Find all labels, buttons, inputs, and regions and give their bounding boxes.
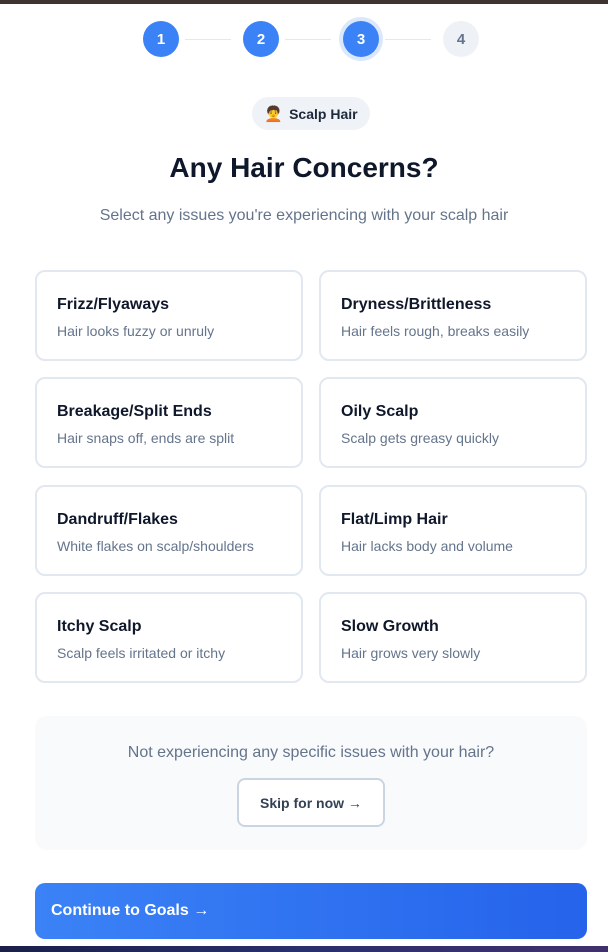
concern-card-oily-scalp[interactable]: Oily Scalp Scalp gets greasy quickly — [319, 377, 587, 468]
concern-desc: Hair snaps off, ends are split — [57, 430, 235, 446]
concern-title: Dryness/Brittleness — [341, 296, 492, 313]
progress-stepper: 1 2 3 4 — [0, 21, 608, 59]
concern-desc: Hair looks fuzzy or unruly — [57, 323, 215, 339]
concern-card-frizz[interactable]: Frizz/Flyaways Hair looks fuzzy or unrul… — [35, 270, 303, 361]
concern-desc: Hair grows very slowly — [341, 645, 481, 661]
concern-card-breakage[interactable]: Breakage/Split Ends Hair snaps off, ends… — [35, 377, 303, 468]
step-4: 4 — [443, 21, 479, 57]
concern-card-dandruff[interactable]: Dandruff/Flakes White flakes on scalp/sh… — [35, 485, 303, 576]
page-title: Any Hair Concerns? — [169, 152, 439, 183]
concern-desc: Hair feels rough, breaks easily — [341, 323, 530, 339]
skip-panel: Not experiencing any specific issues wit… — [35, 716, 587, 850]
step-connector — [385, 39, 431, 40]
concern-desc: Scalp gets greasy quickly — [341, 430, 499, 446]
concern-title: Flat/Limp Hair — [341, 511, 448, 528]
concern-title: Frizz/Flyaways — [57, 296, 170, 313]
concern-title: Breakage/Split Ends — [57, 403, 212, 420]
concern-desc: Scalp feels irritated or itchy — [57, 645, 226, 661]
step-connector — [185, 39, 231, 40]
badge-label: Scalp Hair — [289, 105, 358, 122]
continue-button[interactable]: Continue to Goals → — [35, 883, 587, 939]
skip-button[interactable]: Skip for now → — [237, 778, 385, 827]
concern-title: Oily Scalp — [341, 403, 419, 420]
concern-title: Slow Growth — [341, 618, 439, 635]
step-connector — [285, 39, 331, 40]
top-border — [0, 0, 608, 4]
concern-card-dryness[interactable]: Dryness/Brittleness Hair feels rough, br… — [319, 270, 587, 361]
concern-desc: White flakes on scalp/shoulders — [57, 538, 254, 554]
concern-desc: Hair lacks body and volume — [341, 538, 513, 554]
page-subtitle: Select any issues you're experiencing wi… — [99, 207, 509, 224]
bottom-border — [0, 946, 608, 952]
hair-person-icon: 🧑‍🦱 — [264, 105, 284, 123]
step-3-current[interactable]: 3 — [343, 21, 379, 57]
concern-card-itchy-scalp[interactable]: Itchy Scalp Scalp feels irritated or itc… — [35, 592, 303, 683]
concern-title: Dandruff/Flakes — [57, 511, 178, 528]
skip-prompt: Not experiencing any specific issues wit… — [127, 744, 495, 761]
category-badge: 🧑‍🦱 Scalp Hair — [252, 97, 370, 130]
concern-card-flat-hair[interactable]: Flat/Limp Hair Hair lacks body and volum… — [319, 485, 587, 576]
step-1[interactable]: 1 — [143, 21, 179, 57]
concern-card-slow-growth[interactable]: Slow Growth Hair grows very slowly — [319, 592, 587, 683]
step-2[interactable]: 2 — [243, 21, 279, 57]
concern-title: Itchy Scalp — [57, 618, 142, 635]
